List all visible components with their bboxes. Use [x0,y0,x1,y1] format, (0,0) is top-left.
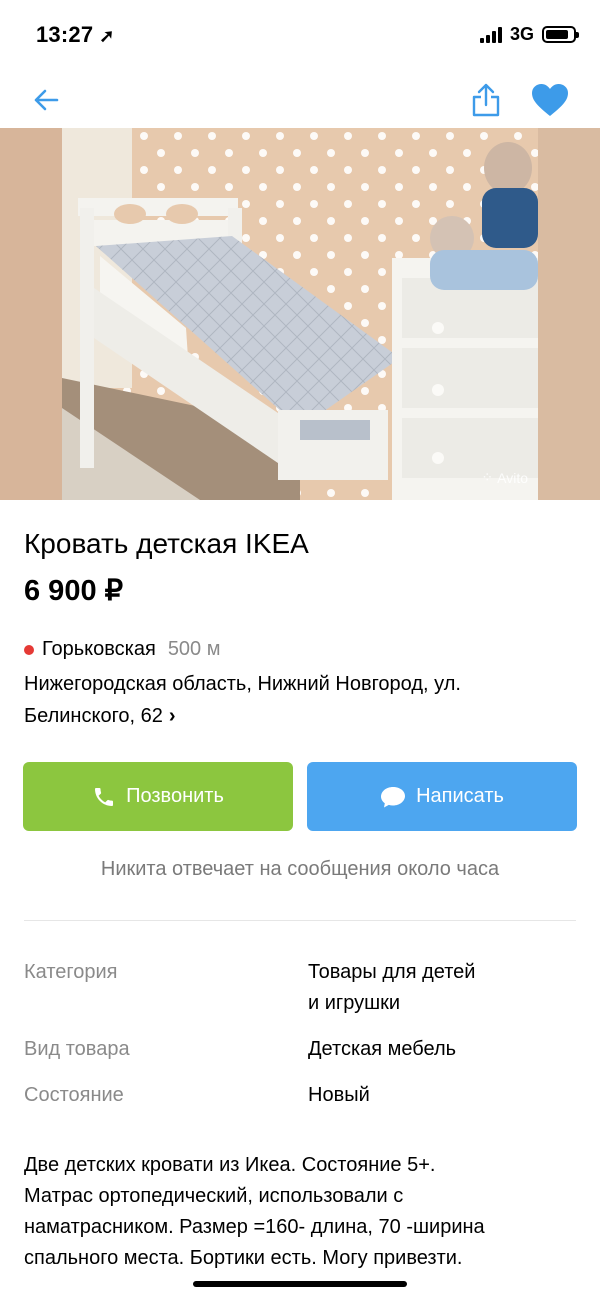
metro-name: Горьковская [42,638,156,660]
watermark-logo-icon: ⁘ [481,469,494,485]
metro-distance: 500 м [167,638,221,660]
battery-icon [542,26,579,43]
share-icon [472,83,500,117]
status-time: 13:27 ➚ [36,22,115,48]
listing-description: Две детских кровати из Икеа. Состояние 5… [24,1150,580,1274]
message-button-label: Написать [416,785,504,807]
address-line-2-row: Белинского, 62 › [24,700,576,732]
param-value: Детская мебель [308,1038,457,1060]
description-line: Две детских кровати из Икеа. Состояние 5… [24,1154,436,1176]
param-row-category: Категория Товары для детей и игрушки [24,957,576,1019]
signal-icon [479,26,502,43]
call-button[interactable]: Позвонить [23,762,293,831]
status-bar: 13:27 ➚ 3G [0,0,600,70]
clock: 13:27 [36,22,94,47]
home-indicator[interactable] [193,1281,407,1287]
param-value: Новый [308,1084,370,1106]
address-line-2: Белинского, 62 [24,705,163,727]
phone-icon [95,787,114,806]
address-link[interactable]: Нижегородская область, Нижний Новгород, … [24,668,576,732]
description-line: наматрасником. Размер =160- длина, 70 -ш… [24,1216,485,1238]
back-button[interactable] [24,78,68,122]
listing-price: 6 900 ₽ [24,575,124,607]
metro-line-dot-icon [24,644,34,655]
bed-photo-illustration [0,128,600,500]
nav-bar [0,70,600,128]
address-line-1: Нижегородская область, Нижний Новгород, … [24,673,461,695]
photo-watermark: ⁘ Avito [481,469,528,486]
chevron-right-icon: › [168,705,176,727]
seller-response-note: Никита отвечает на сообщения около часа [100,858,500,880]
favorite-button[interactable] [528,78,572,122]
call-button-label: Позвонить [126,785,224,807]
divider [24,920,576,921]
listing-title: Кровать детская IKEA [24,528,309,559]
heart-icon [532,84,568,116]
description-line: Матрас ортопедический, использовали с [24,1185,404,1207]
network-type: 3G [509,24,534,44]
message-button[interactable]: Написать [307,762,577,831]
share-button[interactable] [464,78,508,122]
listing-photo[interactable]: ⁘ Avito [0,128,600,500]
param-row-type: Вид товара Детская мебель [24,1034,576,1065]
metro-station: Горьковская 500 м [24,638,221,661]
status-indicators: 3G [479,24,579,45]
param-row-condition: Состояние Новый [24,1080,576,1111]
arrow-left-icon [34,89,59,111]
param-key: Вид товара [24,1038,130,1060]
param-key: Состояние [24,1084,124,1106]
param-value: Товары для детей и игрушки [308,961,476,1014]
chat-bubble-icon [381,786,406,807]
location-arrow-icon: ➚ [99,26,115,46]
description-line: спального места. Бортики есть. Могу прив… [24,1247,463,1269]
param-key: Категория [24,961,118,983]
